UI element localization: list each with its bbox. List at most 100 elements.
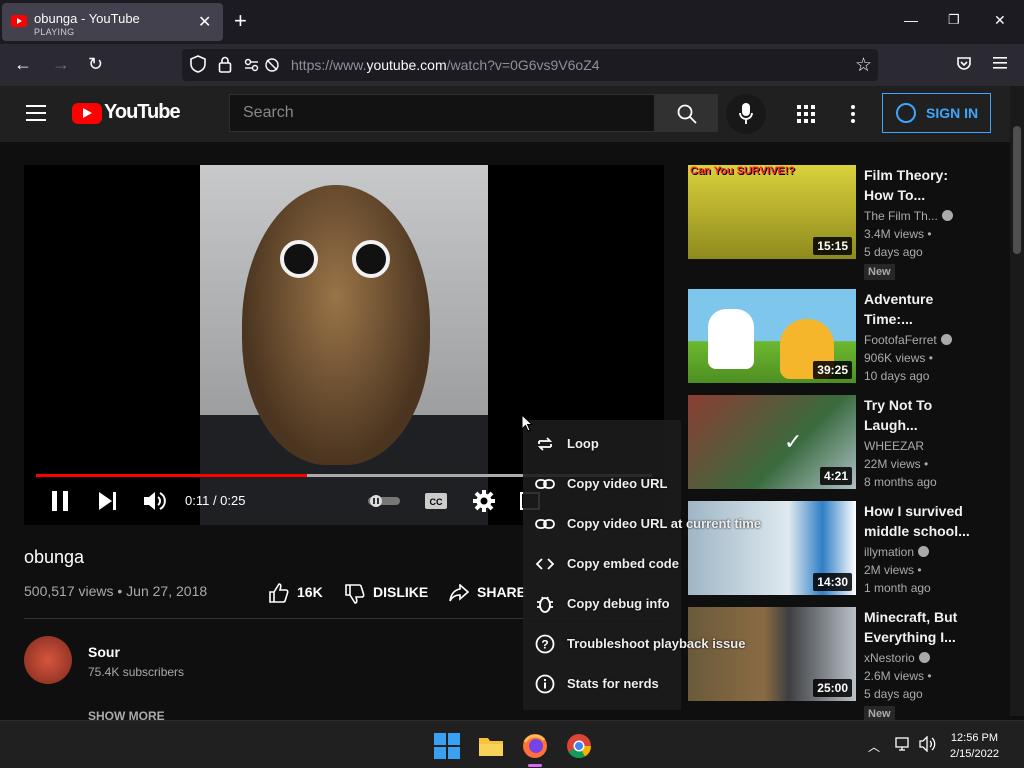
- progress-played: [36, 474, 308, 477]
- recommended-views: 22M views •: [864, 457, 929, 471]
- recommended-channel-name: xNestorio: [864, 651, 915, 665]
- menu-item-label: Copy embed code: [567, 556, 679, 571]
- apps-grid-icon[interactable]: [797, 105, 815, 123]
- info-icon: [535, 674, 555, 694]
- dislike-icon[interactable]: [345, 584, 365, 604]
- recommended-title[interactable]: Try Not To Laugh...: [864, 395, 980, 435]
- search-button[interactable]: [655, 94, 718, 132]
- recommended-channel[interactable]: The Film Th...: [864, 209, 953, 223]
- url-text[interactable]: https://www.youtube.com/watch?v=0G6vs9V6…: [291, 57, 600, 73]
- browser-tab-bar: obunga - YouTube PLAYING ✕ + — ❐ ✕: [0, 0, 1024, 44]
- app-menu-icon[interactable]: [993, 57, 1007, 69]
- menu-item-stats[interactable]: Stats for nerds: [523, 664, 773, 704]
- sign-in-label: SIGN IN: [926, 105, 979, 121]
- lock-icon[interactable]: [218, 56, 232, 73]
- windows-start-icon[interactable]: [434, 733, 460, 759]
- scrollbar-thumb[interactable]: [1013, 126, 1021, 254]
- bug-icon: [535, 594, 555, 614]
- page-scrollbar[interactable]: [1010, 86, 1024, 716]
- pause-icon[interactable]: [52, 491, 68, 511]
- menu-item-label: Loop: [567, 436, 599, 451]
- recommended-channel[interactable]: xNestorio: [864, 651, 930, 665]
- youtube-logo-text[interactable]: YouTube: [104, 101, 181, 124]
- minimize-window-icon[interactable]: —: [904, 12, 918, 28]
- permissions-icon[interactable]: [244, 57, 284, 73]
- like-count[interactable]: 16K: [297, 584, 323, 600]
- firefox-icon[interactable]: [522, 733, 548, 759]
- pocket-icon[interactable]: [956, 56, 972, 72]
- url-bar[interactable]: https://www.youtube.com/watch?v=0G6vs9V6…: [182, 49, 878, 81]
- menu-item-copy-embed[interactable]: Copy embed code: [523, 544, 773, 584]
- chrome-icon[interactable]: [566, 733, 592, 759]
- recommended-age: 1 month ago: [864, 581, 931, 595]
- video-thumbnail[interactable]: 39:25: [688, 289, 856, 383]
- menu-item-copy-url[interactable]: Copy video URL: [523, 464, 773, 504]
- forward-icon[interactable]: →: [52, 53, 70, 75]
- voice-search-button[interactable]: [726, 94, 766, 134]
- recommended-title[interactable]: Adventure Time:...: [864, 289, 980, 329]
- video-duration: 39:25: [813, 361, 852, 379]
- menu-item-copy-debug[interactable]: Copy debug info: [523, 584, 773, 624]
- video-meta: 500,517 views • Jun 27, 2018: [24, 583, 208, 599]
- reload-icon[interactable]: ↻: [88, 53, 103, 75]
- menu-item-label: Stats for nerds: [567, 676, 659, 691]
- recommended-channel[interactable]: FootofaFerret: [864, 333, 952, 347]
- mouse-cursor-icon: [522, 415, 534, 433]
- verified-icon: [940, 334, 952, 345]
- channel-name[interactable]: Sour: [88, 644, 120, 660]
- speaker-icon[interactable]: [919, 736, 937, 752]
- autoplay-toggle[interactable]: [368, 495, 400, 507]
- recommended-channel[interactable]: illymation: [864, 545, 930, 559]
- active-app-indicator: [528, 764, 542, 767]
- tray-chevron-up-icon[interactable]: ︿: [868, 738, 880, 755]
- new-tab-icon[interactable]: +: [234, 10, 247, 32]
- account-icon: [896, 103, 916, 123]
- settings-gear-icon[interactable]: [473, 490, 495, 512]
- dislike-button[interactable]: DISLIKE: [373, 584, 428, 600]
- browser-tab[interactable]: obunga - YouTube PLAYING ✕: [2, 3, 223, 41]
- recommended-video[interactable]: Can You SURVIVE!? 15:15 Film Theory: How…: [688, 165, 988, 280]
- recommended-age: 5 days ago: [864, 687, 923, 701]
- subtitles-icon[interactable]: CC: [425, 493, 447, 509]
- next-video-icon[interactable]: [99, 492, 117, 510]
- back-icon[interactable]: ←: [14, 53, 32, 75]
- recommended-title[interactable]: Minecraft, But Everything I...: [864, 607, 980, 647]
- restore-window-icon[interactable]: ❐: [948, 12, 960, 28]
- recommended-title[interactable]: How I survived middle school...: [864, 501, 980, 541]
- video-thumbnail[interactable]: Can You SURVIVE!? 15:15: [688, 165, 856, 259]
- network-icon[interactable]: [895, 736, 911, 752]
- menu-item-troubleshoot[interactable]: ? Troubleshoot playback issue: [523, 624, 773, 664]
- channel-avatar[interactable]: [24, 636, 72, 684]
- bookmark-star-icon[interactable]: ☆: [855, 54, 872, 77]
- verified-icon: [941, 210, 953, 221]
- recommended-channel[interactable]: WHEEZAR: [864, 439, 924, 453]
- search-icon: [677, 104, 697, 124]
- share-icon[interactable]: [449, 584, 469, 602]
- volume-icon[interactable]: [144, 491, 166, 511]
- svg-text:?: ?: [541, 638, 548, 652]
- recommended-age: 5 days ago: [864, 245, 923, 259]
- video-eye: [280, 240, 318, 278]
- close-window-icon[interactable]: ✕: [994, 12, 1006, 29]
- shield-icon[interactable]: [190, 55, 206, 73]
- sign-in-button[interactable]: SIGN IN: [882, 93, 991, 133]
- checkmark-icon: ✓: [784, 429, 803, 454]
- more-options-icon[interactable]: [851, 105, 855, 123]
- recommended-title[interactable]: Film Theory: How To...: [864, 165, 980, 205]
- video-frame: [200, 165, 488, 525]
- close-tab-icon[interactable]: ✕: [198, 12, 211, 32]
- taskbar-clock[interactable]: 12:56 PM 2/15/2022: [950, 730, 999, 762]
- video-duration: 15:15: [813, 237, 852, 255]
- url-path: /watch?v=0G6vs9V6oZ4: [446, 57, 600, 73]
- share-button[interactable]: SHARE: [477, 584, 526, 600]
- like-icon[interactable]: [269, 583, 289, 603]
- recommended-channel-name: The Film Th...: [864, 209, 938, 223]
- recommended-video[interactable]: 39:25 Adventure Time:... FootofaFerret 9…: [688, 289, 988, 389]
- file-explorer-icon[interactable]: [478, 733, 504, 759]
- menu-item-copy-url-time[interactable]: Copy video URL at current time: [523, 504, 773, 544]
- menu-item-loop[interactable]: Loop: [523, 424, 773, 464]
- youtube-logo-icon[interactable]: [72, 103, 102, 124]
- guide-menu-icon[interactable]: [26, 105, 46, 121]
- channel-subscribers: 75.4K subscribers: [88, 665, 185, 679]
- search-input[interactable]: Search: [229, 94, 655, 132]
